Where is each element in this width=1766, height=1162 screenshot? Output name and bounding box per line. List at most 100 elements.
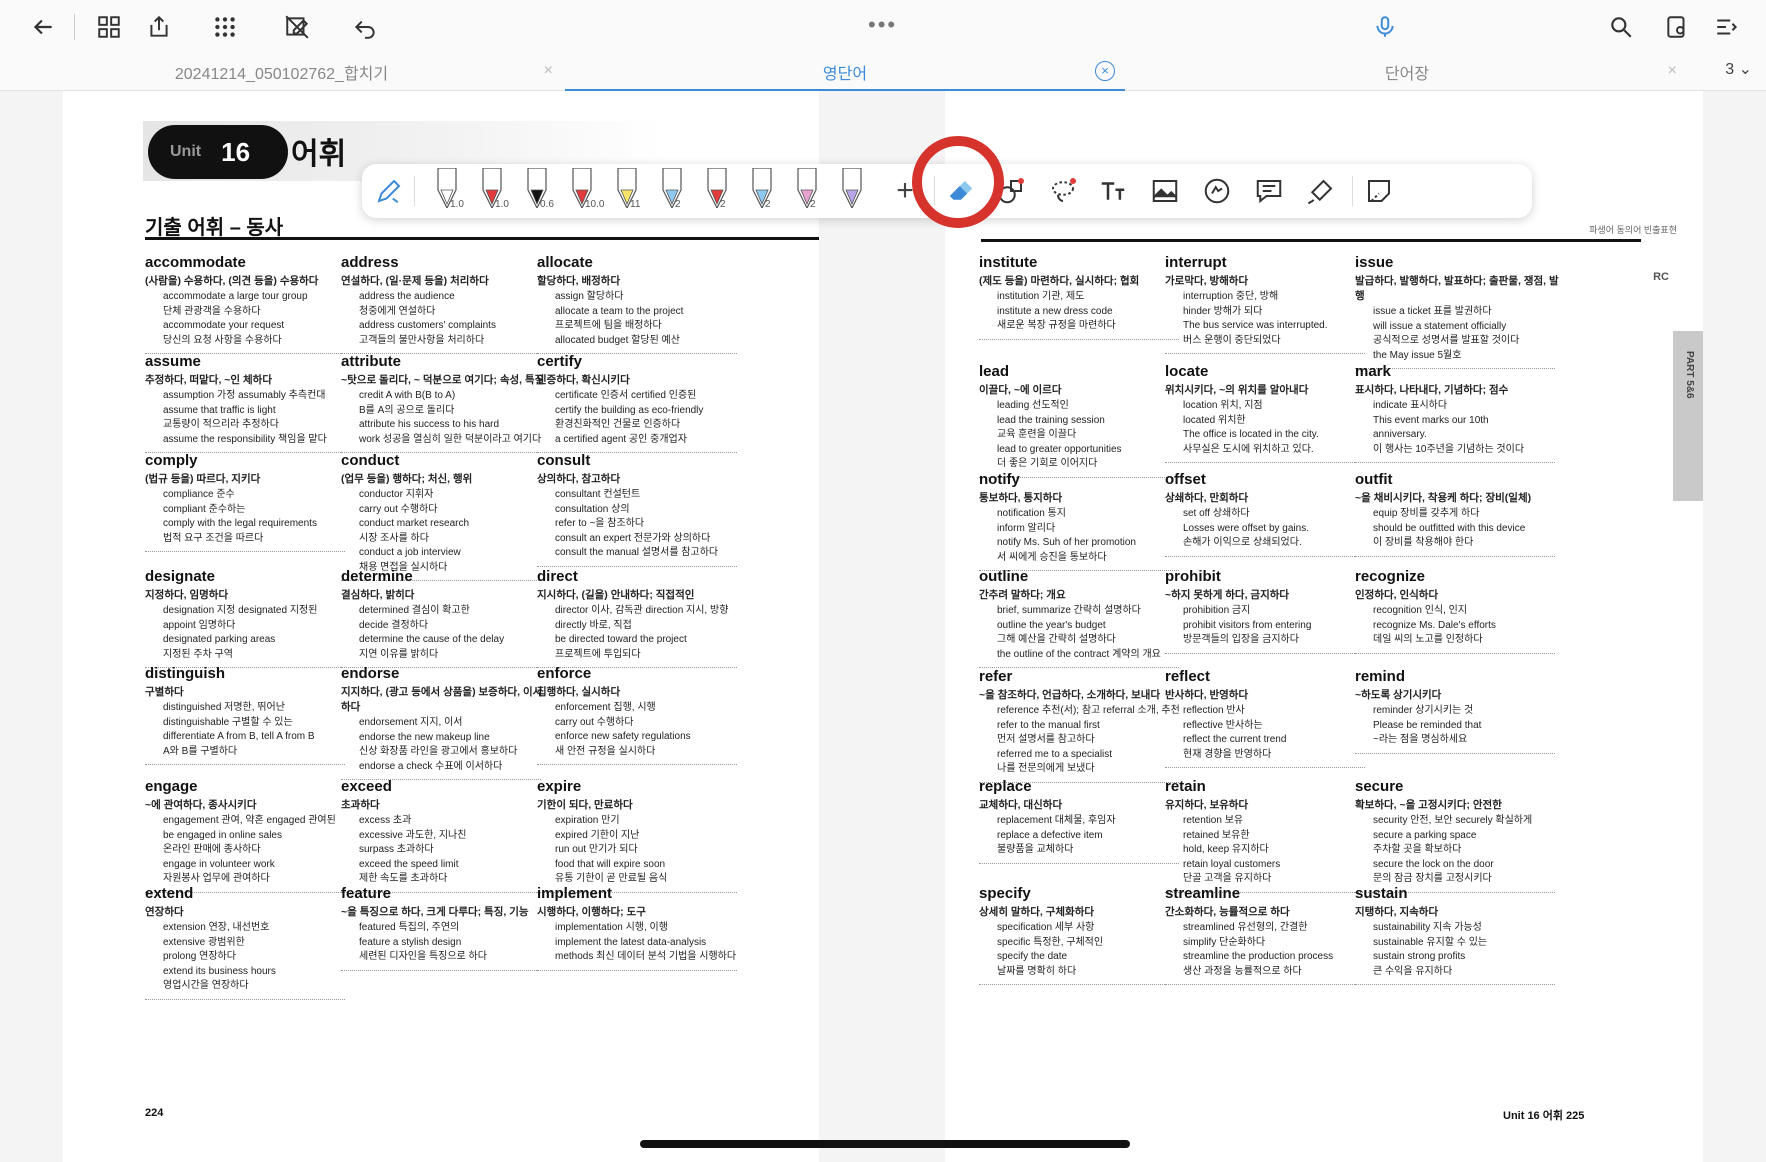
tab-count-dropdown[interactable]: 3 ⌄ bbox=[1725, 59, 1752, 79]
close-icon[interactable]: × bbox=[544, 62, 553, 80]
vocab-example: conduct market research bbox=[359, 518, 470, 529]
rc-tag: RC bbox=[1653, 271, 1669, 283]
tab-document[interactable]: 20241214_050102762_합치기 × bbox=[0, 54, 563, 89]
divider bbox=[414, 176, 415, 206]
vocab-example: 새 안전 규정을 실시하다 bbox=[555, 745, 656, 757]
vocab-word: reflect bbox=[1165, 668, 1211, 685]
vocab-meaning: 구별하다 bbox=[145, 686, 184, 698]
pen-swatch[interactable]: 2 bbox=[702, 167, 740, 214]
vocab-meaning: 간추려 말하다; 개요 bbox=[979, 589, 1066, 601]
apps-icon[interactable] bbox=[208, 10, 242, 44]
vocab-entry: notify 통보하다, 통지하다 notification 통지 inform 알리… bbox=[979, 471, 1184, 571]
pen-swatch[interactable]: 1.0 bbox=[432, 167, 470, 214]
vocab-entry: extend 연장하다 extension 연장, 내선번호 extensive 광범… bbox=[145, 885, 350, 1000]
vocab-example: accommodate your request bbox=[163, 320, 285, 331]
vocab-example: endorse the new makeup line bbox=[359, 731, 490, 743]
vocab-meaning: (제도 등을) 마련하다, 실시하다; 협회 bbox=[979, 275, 1140, 287]
vocab-example: 데일 씨의 노고를 인정하다 bbox=[1373, 634, 1483, 645]
entry-divider bbox=[537, 764, 737, 765]
vocab-example: lead to greater opportunities bbox=[997, 443, 1122, 455]
entry-divider bbox=[537, 565, 737, 567]
text-icon[interactable] bbox=[1096, 174, 1130, 208]
document-view[interactable]: Unit 16 어휘 기출 어휘 – 동사 accommodate (사람을) 수… bbox=[0, 91, 1766, 1162]
vocab-meaning: 가로막다, 방해하다 bbox=[1165, 275, 1249, 287]
vocab-example: lead the training session bbox=[997, 414, 1105, 426]
vocab-example: 온라인 판매에 종사하다 bbox=[163, 844, 261, 855]
entry-divider bbox=[145, 998, 345, 1000]
laser-pointer-icon[interactable] bbox=[1304, 174, 1338, 208]
vocab-meaning: ~을 특징으로 하다, 크게 다루다; 특징, 기능 bbox=[341, 906, 529, 918]
vocab-word: attribute bbox=[341, 353, 401, 370]
vocab-meaning: 지탱하다, 지속하다 bbox=[1355, 906, 1439, 918]
vocab-example: consultant 컨설턴트 bbox=[555, 489, 641, 500]
vocab-example: reference 추천(서); 참고 referral 소개, 추천 bbox=[997, 705, 1180, 716]
pen-swatch[interactable]: 1.0 bbox=[477, 167, 515, 214]
vocab-word: remind bbox=[1355, 668, 1406, 685]
vocab-example: consult the manual 설명서를 참고하다 bbox=[555, 547, 719, 558]
vocab-meaning: 발급하다, 발행하다, 발표하다; 출판물, 쟁점, 발행 bbox=[1355, 275, 1559, 302]
vocab-example: 지연 이유를 밝히다 bbox=[359, 648, 439, 660]
vocab-word: offset bbox=[1165, 471, 1206, 488]
menu-icon[interactable] bbox=[1710, 10, 1744, 44]
tab-vocabulary[interactable]: 영단어 × bbox=[565, 54, 1125, 91]
vocab-word: endorse bbox=[341, 665, 400, 682]
microphone-icon[interactable] bbox=[1368, 10, 1402, 44]
vocab-example: Please be reminded that bbox=[1373, 719, 1482, 731]
home-indicator[interactable] bbox=[640, 1140, 1130, 1148]
pen-swatch[interactable] bbox=[837, 167, 875, 214]
pen-swatch[interactable]: 2 bbox=[792, 167, 830, 214]
vocab-example: surpass 초과하다 bbox=[359, 844, 434, 855]
pen-swatch[interactable]: 2 bbox=[657, 167, 695, 214]
close-icon[interactable]: × bbox=[1095, 61, 1115, 81]
vocab-example: exceed the speed limit bbox=[359, 858, 459, 870]
vocab-example: allocate a team to the project bbox=[555, 305, 684, 317]
undo-icon[interactable] bbox=[348, 10, 382, 44]
sticker-icon[interactable] bbox=[1200, 174, 1234, 208]
vocab-example: run out 만기가 되다 bbox=[555, 844, 638, 855]
grid-icon[interactable] bbox=[92, 10, 126, 44]
vocab-example: ~라는 점을 명심하세요 bbox=[1373, 734, 1468, 745]
vocab-example: food that will expire soon bbox=[555, 858, 666, 870]
vocab-example: 신상 화장품 라인을 광고에서 홍보하다 bbox=[359, 746, 518, 757]
page-right: 파생어 동의어 빈출표현 RC PART 5&6 institute (제도 등을… bbox=[945, 91, 1703, 1162]
tab-label: 영단어 bbox=[822, 65, 868, 83]
vocab-example: engage in volunteer work bbox=[163, 858, 275, 870]
vocab-example: 영업시간을 연장하다 bbox=[163, 980, 249, 991]
vocab-example: hinder 방해가 되다 bbox=[1183, 305, 1263, 317]
settings-icon[interactable] bbox=[1660, 10, 1694, 44]
pen-settings-icon[interactable] bbox=[372, 174, 406, 208]
vocab-example: 버스 운행이 중단되었다 bbox=[1183, 334, 1281, 346]
selection-tool-icon[interactable] bbox=[1362, 174, 1396, 208]
vocab-meaning: 이끌다, ~에 이르다 bbox=[979, 384, 1062, 396]
pen-size-label: 0.6 bbox=[540, 199, 554, 210]
vocab-example: location 위치, 지점 bbox=[1183, 400, 1263, 411]
entry-divider bbox=[1165, 767, 1365, 768]
vocab-entry: enforce 집행하다, 실시하다 enforcement 집행, 시행 carry… bbox=[537, 665, 742, 765]
entry-divider bbox=[979, 862, 1179, 864]
pen-swatch[interactable]: 0.6 bbox=[522, 167, 560, 214]
close-icon[interactable]: × bbox=[1668, 62, 1677, 80]
pen-swatch[interactable]: 10.0 bbox=[567, 167, 605, 214]
vocab-meaning: 간소화하다, 능률적으로 하다 bbox=[1165, 906, 1290, 918]
lasso-icon[interactable] bbox=[1046, 174, 1080, 208]
vocab-example: assign 할당하다 bbox=[555, 291, 624, 302]
no-edit-icon[interactable] bbox=[280, 10, 314, 44]
pen-swatch[interactable]: 2 bbox=[747, 167, 785, 214]
back-icon[interactable] bbox=[26, 10, 60, 44]
entry-divider bbox=[1355, 752, 1555, 754]
vocab-example: located 위치한 bbox=[1183, 414, 1246, 426]
vocab-example: institution 기관, 제도 bbox=[997, 291, 1085, 302]
vocab-example: the May issue 5월호 bbox=[1373, 349, 1462, 361]
pen-size-label: 11 bbox=[630, 199, 641, 210]
image-icon[interactable] bbox=[1148, 174, 1182, 208]
vocab-example: enforce new safety regulations bbox=[555, 731, 691, 742]
more-icon[interactable]: ••• bbox=[868, 12, 897, 38]
search-icon[interactable] bbox=[1604, 10, 1638, 44]
vocab-example: reflection 반사 bbox=[1183, 705, 1245, 716]
vocab-example: reflective 반사하는 bbox=[1183, 719, 1263, 731]
share-icon[interactable] bbox=[142, 10, 176, 44]
vocab-example: certify the building as eco-friendly bbox=[555, 404, 704, 416]
comment-icon[interactable] bbox=[1252, 174, 1286, 208]
tab-wordbook[interactable]: 단어장 × bbox=[1127, 54, 1687, 89]
pen-swatch[interactable]: 11 bbox=[612, 167, 650, 214]
